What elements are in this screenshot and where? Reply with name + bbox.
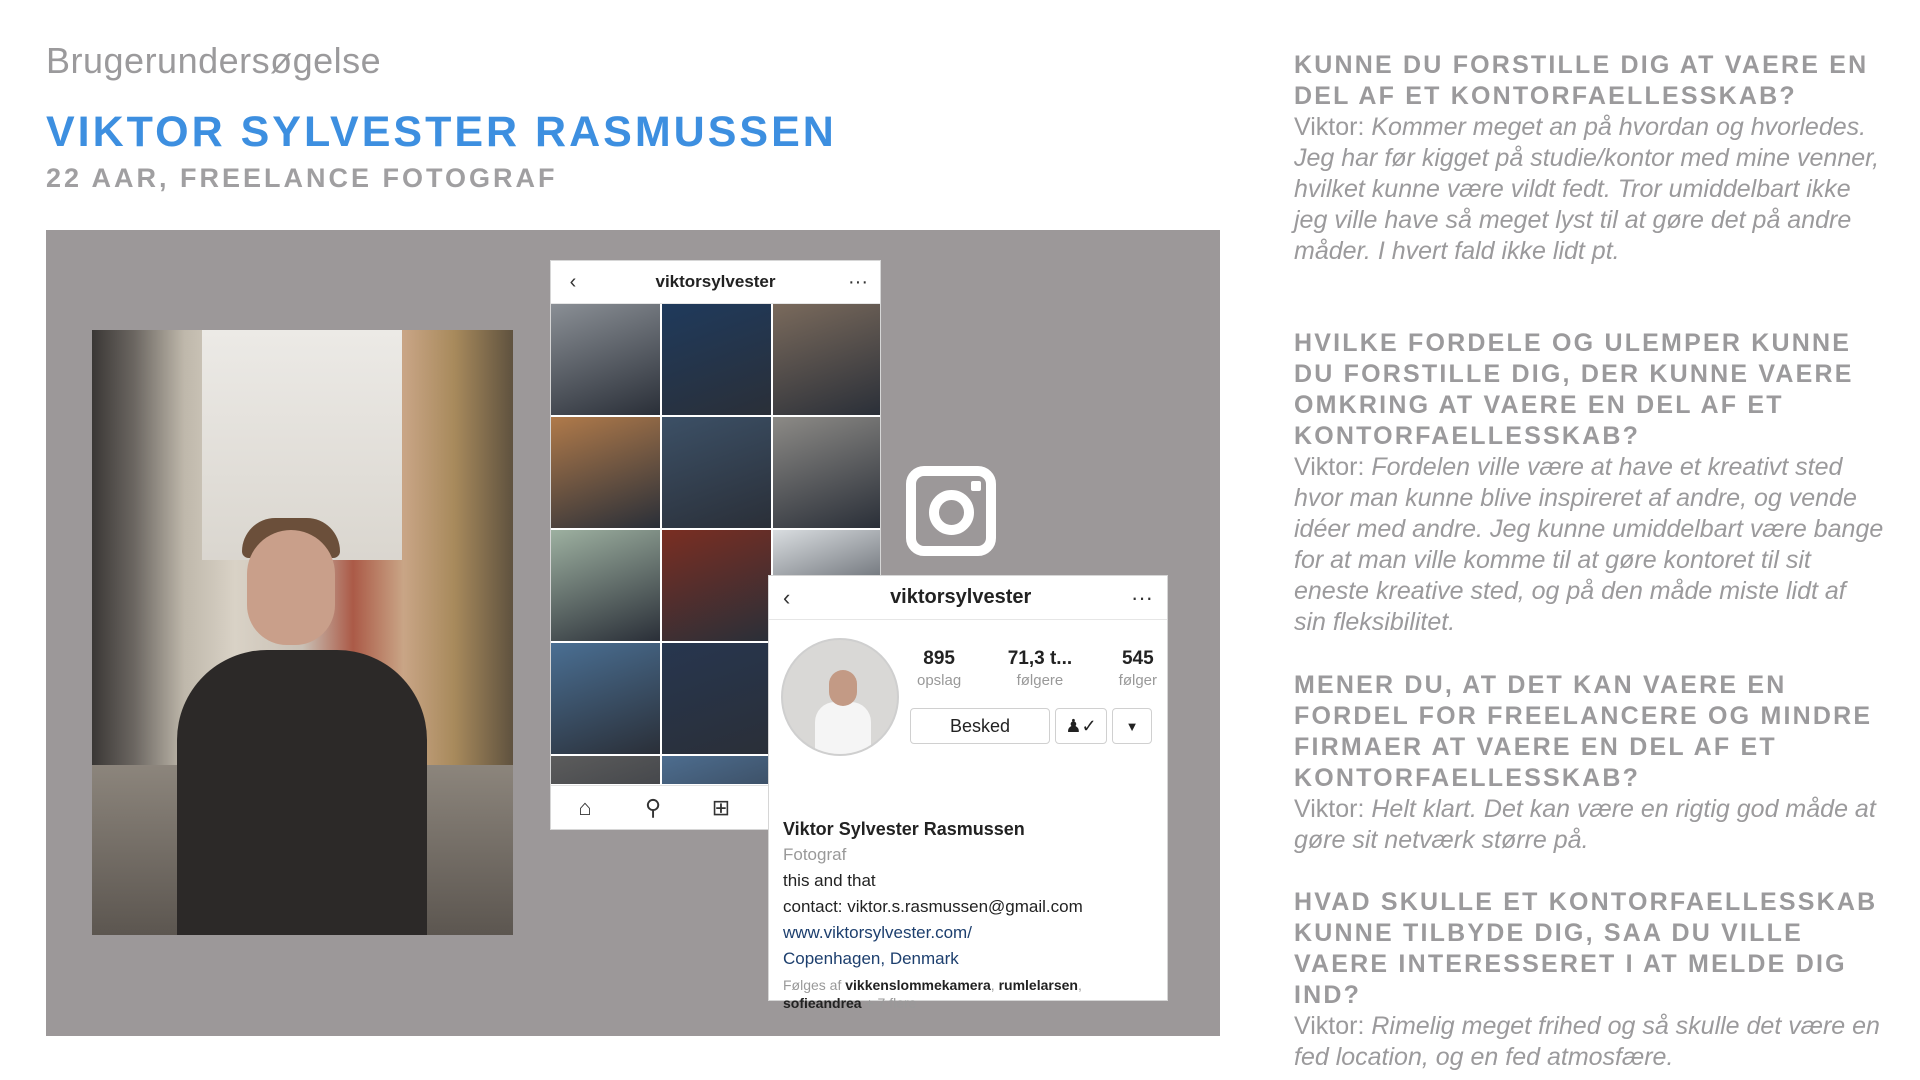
qa-block-4: HVAD SKULLE ET KONTORFAELLESSKAB KUNNE T… xyxy=(1294,887,1884,1073)
qa-block-2: HVILKE FORDELE OG ULEMPER KUNNE DU FORST… xyxy=(1294,328,1884,638)
answer-2: Viktor: Fordelen ville være at have et k… xyxy=(1294,453,1884,636)
answer-1: Viktor: Kommer meget an på hvordan og hv… xyxy=(1294,113,1880,265)
profile-website-link[interactable]: www.viktorsylvester.com/ xyxy=(783,920,1163,946)
profile-actions: Besked ♟✓ ▼ xyxy=(910,708,1152,744)
question-2: HVILKE FORDELE OG ULEMPER KUNNE DU FORST… xyxy=(1294,329,1854,450)
profile-bio: Viktor Sylvester Rasmussen Fotograf this… xyxy=(783,816,1163,1012)
followed-by[interactable]: Følges af vikkenslommekamera, rumlelarse… xyxy=(783,976,1163,1012)
person-subline: 22 AAR, FREELANCE FOTOGRAF xyxy=(46,163,558,193)
user-check-icon[interactable]: ♟✓ xyxy=(1055,708,1107,744)
profile-category: Fotograf xyxy=(783,845,847,864)
more-dots-icon[interactable]: ··· xyxy=(848,271,868,294)
person-name: VIKTOR SYLVESTER RASMUSSEN xyxy=(46,108,837,156)
answer-4: Viktor: Rimelig meget frihed og så skull… xyxy=(1294,1012,1880,1071)
photo-thumbnail[interactable] xyxy=(662,756,771,784)
answer-3: Viktor: Helt klart. Det kan være en rigt… xyxy=(1294,795,1876,854)
caret-down-icon[interactable]: ▼ xyxy=(1112,708,1152,744)
stat-following[interactable]: 545 følger xyxy=(1119,648,1157,689)
portrait-photo xyxy=(92,330,513,935)
qa-block-3: MENER DU, AT DET KAN VAERE EN FORDEL FOR… xyxy=(1294,670,1884,856)
photo-thumbnail[interactable] xyxy=(551,530,660,641)
add-post-icon[interactable]: ⊞ xyxy=(707,795,735,821)
instagram-logo-icon xyxy=(906,466,996,556)
image-panel: ‹ viktorsylvester ··· ⌂ ⚲ ⊞ ‹ viktorsylv… xyxy=(46,230,1220,1036)
photo-thumbnail[interactable] xyxy=(551,417,660,528)
question-3: MENER DU, AT DET KAN VAERE EN FORDEL FOR… xyxy=(1294,671,1873,792)
photo-thumbnail[interactable] xyxy=(551,643,660,754)
message-button[interactable]: Besked xyxy=(910,708,1050,744)
question-1: KUNNE DU FORSTILLE DIG AT VAERE EN DEL A… xyxy=(1294,51,1869,110)
section-kicker: Brugerundersøgelse xyxy=(46,40,382,81)
stat-followers[interactable]: 71,3 t... følgere xyxy=(1008,648,1072,689)
photo-thumbnail[interactable] xyxy=(551,304,660,415)
profile-bio-line-2: contact: viktor.s.rasmussen@gmail.com xyxy=(783,897,1083,916)
photo-thumbnail[interactable] xyxy=(773,417,880,528)
photo-thumbnail[interactable] xyxy=(662,643,771,754)
profile-full-name: Viktor Sylvester Rasmussen xyxy=(783,819,1025,839)
instagram-profile-screenshot: ‹ viktorsylvester ··· 895 opslag 71,3 t.… xyxy=(768,575,1168,1011)
photo-thumbnail[interactable] xyxy=(662,417,771,528)
more-dots-icon[interactable]: ··· xyxy=(1131,585,1153,611)
photo-thumbnail[interactable] xyxy=(662,304,771,415)
photo-thumbnail[interactable] xyxy=(551,756,660,784)
home-icon[interactable]: ⌂ xyxy=(571,795,599,821)
photo-thumbnail[interactable] xyxy=(662,530,771,641)
profile-location[interactable]: Copenhagen, Denmark xyxy=(783,946,1163,972)
stat-posts: 895 opslag xyxy=(917,648,962,689)
grid-username: viktorsylvester xyxy=(655,272,776,291)
chevron-left-icon[interactable]: ‹ xyxy=(783,585,790,611)
photo-thumbnail[interactable] xyxy=(773,304,880,415)
chevron-left-icon[interactable]: ‹ xyxy=(563,271,583,294)
search-icon[interactable]: ⚲ xyxy=(639,795,667,821)
avatar[interactable] xyxy=(781,638,899,756)
profile-username: viktorsylvester xyxy=(890,586,1032,608)
qa-block-1: KUNNE DU FORSTILLE DIG AT VAERE EN DEL A… xyxy=(1294,50,1884,267)
question-4: HVAD SKULLE ET KONTORFAELLESSKAB KUNNE T… xyxy=(1294,888,1878,1009)
profile-stats: 895 opslag 71,3 t... følgere 545 følger xyxy=(917,648,1157,689)
profile-bio-line-1: this and that xyxy=(783,871,876,890)
